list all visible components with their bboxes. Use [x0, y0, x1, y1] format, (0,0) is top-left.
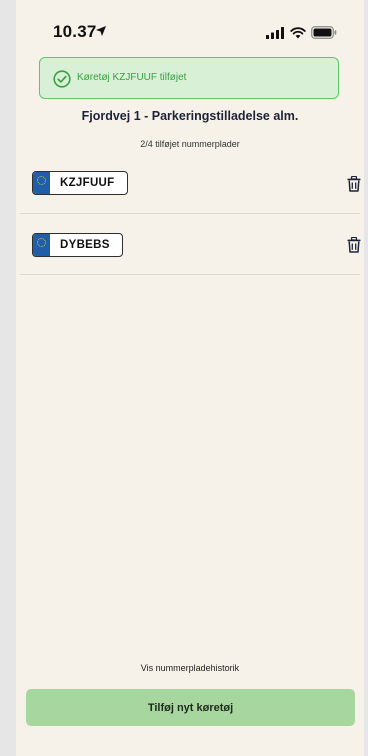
wifi-icon: [290, 27, 306, 39]
trash-icon[interactable]: [347, 176, 361, 192]
status-bar: 10.37: [16, 0, 364, 50]
success-toast: Køretøj KZJFUUF tilføjet: [39, 57, 339, 99]
license-plate: KZJFUUF: [32, 171, 128, 195]
license-plate: DYBEBS: [32, 233, 123, 257]
eu-flag-band: [33, 172, 50, 194]
trash-icon[interactable]: [347, 237, 361, 253]
location-arrow-icon: [96, 26, 106, 36]
cellular-signal-icon: [266, 27, 284, 39]
check-circle-icon: [53, 70, 71, 88]
eu-flag-band: [33, 234, 50, 256]
status-time: 10.37: [53, 22, 97, 41]
toast-message: Køretøj KZJFUUF tilføjet: [77, 72, 187, 83]
plate-history-link[interactable]: Vis nummerpladehistorik: [16, 663, 364, 673]
page-title: Fjordvej 1 - Parkeringstilladelse alm.: [81, 109, 299, 123]
eu-stars-icon: [37, 176, 46, 185]
plate-count-text: 2/4 tilføjet nummerplader: [140, 139, 240, 149]
vehicle-row: DYBEBS: [20, 212, 361, 275]
add-vehicle-button[interactable]: Tilføj nyt køretøj: [26, 689, 355, 726]
app-screen: 10.37 Køretøj KZJFUUF tilføjet Fjordvej …: [16, 0, 364, 756]
plate-number: KZJFUUF: [60, 177, 115, 189]
vehicle-row: KZJFUUF: [20, 151, 361, 214]
plate-number: DYBEBS: [60, 239, 110, 251]
eu-stars-icon: [37, 238, 46, 247]
battery-icon: [311, 26, 337, 39]
